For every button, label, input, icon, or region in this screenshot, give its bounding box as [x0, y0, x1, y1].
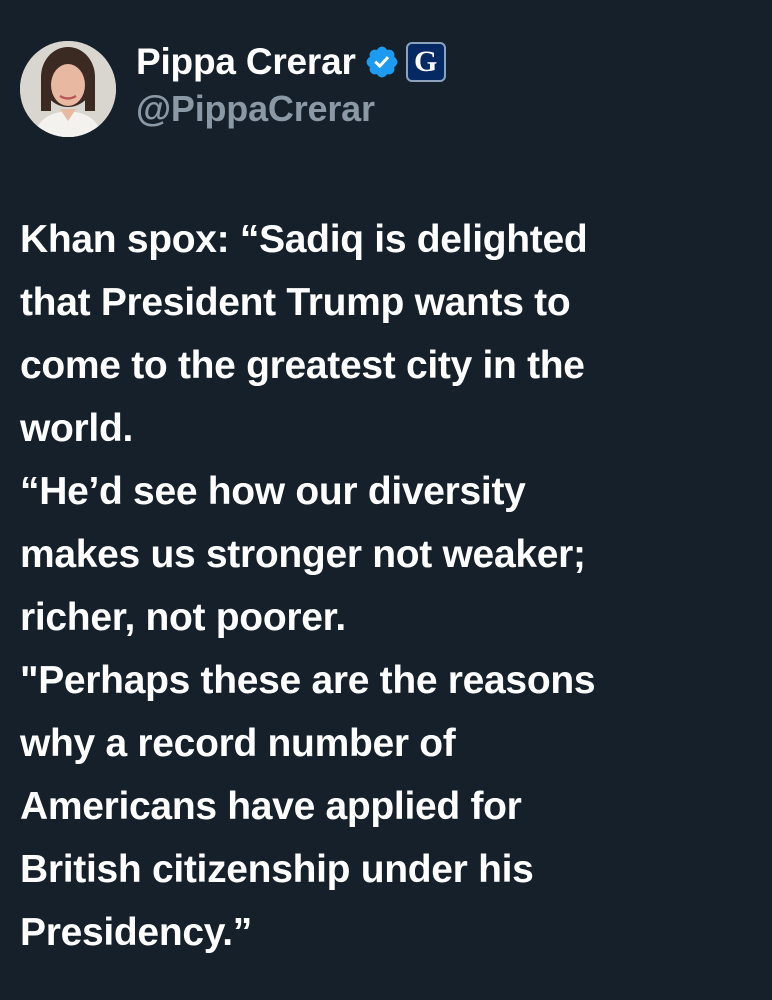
author-identity: Pippa Crerar G @PippaCrerar: [136, 38, 696, 130]
tweet-text-line: British citizenship under his: [20, 848, 534, 891]
tweet-text-line: makes us stronger not weaker;: [20, 533, 586, 576]
tweet-text: Khan spox: “Sadiq is delighted that Pres…: [20, 208, 755, 964]
tweet-text-line: come to the greatest city in the: [20, 344, 585, 387]
affiliation-badge-icon[interactable]: G: [405, 42, 446, 82]
tweet-text-line: Americans have applied for: [20, 785, 522, 828]
affiliation-badge-letter: G: [414, 45, 438, 78]
avatar-photo: [20, 41, 116, 137]
tweet-text-line: “He’d see how our diversity: [20, 470, 526, 513]
tweet-text-line: that President Trump wants to: [20, 281, 571, 324]
avatar[interactable]: [20, 41, 116, 137]
tweet-text-line: world.: [20, 407, 134, 450]
author-display-name[interactable]: Pippa Crerar: [136, 41, 356, 83]
name-row: Pippa Crerar G: [136, 38, 696, 86]
tweet-text-line: richer, not poorer.: [20, 596, 346, 639]
tweet-card: Pippa Crerar G @PippaCrerar Khan spox: “…: [0, 0, 772, 1000]
tweet-text-line: Presidency.”: [20, 911, 252, 954]
tweet-text-line: Khan spox: “Sadiq is delighted: [20, 218, 588, 261]
tweet-header: Pippa Crerar G @PippaCrerar: [20, 38, 720, 137]
tweet-text-line: why a record number of: [20, 722, 456, 765]
author-handle[interactable]: @PippaCrerar: [136, 88, 696, 130]
verified-badge-icon[interactable]: [364, 44, 400, 80]
tweet-text-line: "Perhaps these are the reasons: [20, 659, 596, 702]
